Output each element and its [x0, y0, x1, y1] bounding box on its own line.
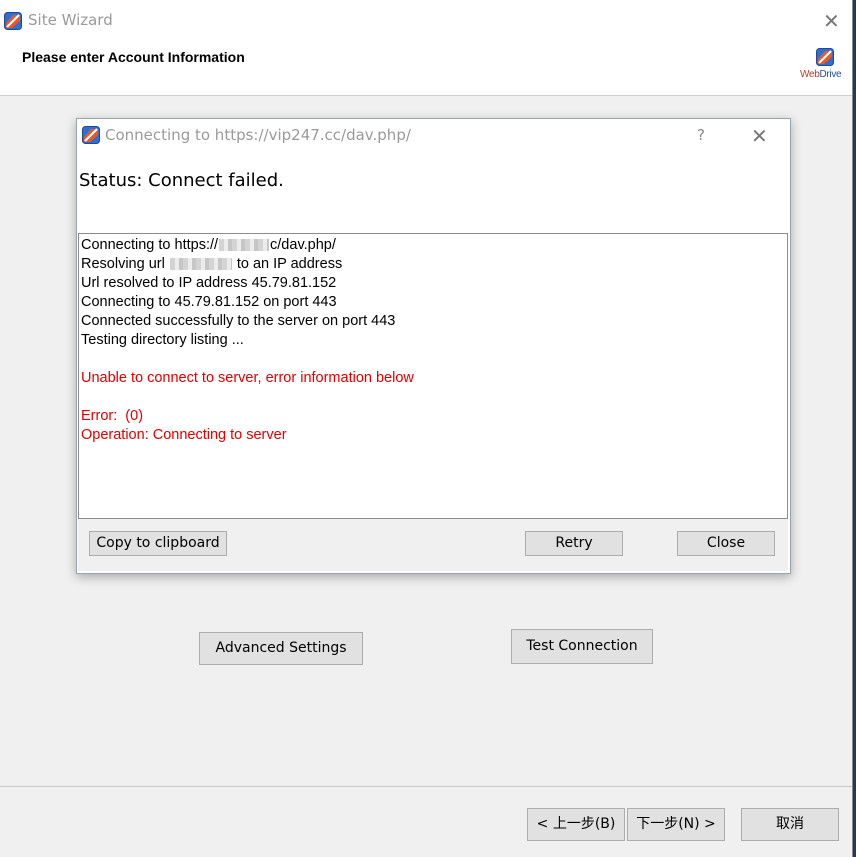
test-connection-button[interactable]: Test Connection — [511, 629, 653, 664]
cancel-button[interactable]: 取消 — [741, 808, 839, 841]
log-error-line: Unable to connect to server, error infor… — [81, 370, 414, 386]
dialog-close-icon[interactable]: ✕ — [751, 126, 768, 146]
wizard-titlebar: Site Wizard ✕ — [0, 0, 852, 40]
page-title: Please enter Account Information — [22, 49, 245, 65]
log-line: Testing directory listing ... — [81, 332, 244, 348]
webdrive-logo: WebDrive — [800, 48, 850, 84]
status-text: Status: Connect failed. — [79, 170, 284, 191]
log-line: Connected successfully to the server on … — [81, 313, 396, 329]
wizard-header: Please enter Account Information WebDriv… — [0, 40, 852, 96]
log-blank-line — [81, 350, 785, 369]
next-button[interactable]: 下一步(N) > — [627, 808, 725, 841]
close-icon[interactable]: ✕ — [823, 11, 840, 31]
redacted-text — [169, 258, 232, 271]
webdrive-logo-icon — [816, 48, 834, 66]
log-error-line: Error: (0) — [81, 408, 144, 424]
log-blank-line — [81, 388, 785, 407]
help-icon[interactable]: ? — [697, 126, 705, 144]
log-line: Resolving url to an IP address — [81, 256, 343, 272]
dialog-title: Connecting to https://vip247.cc/dav.php/ — [105, 126, 411, 144]
dialog-button-bar: Copy to clipboard Retry Close — [78, 519, 788, 571]
close-button[interactable]: Close — [677, 531, 775, 556]
redacted-text — [219, 239, 270, 252]
dialog-app-icon — [82, 126, 100, 144]
connecting-dialog: Connecting to https://vip247.cc/dav.php/… — [76, 118, 791, 574]
retry-button[interactable]: Retry — [525, 531, 623, 556]
log-line: Connecting to https://c/dav.php/ — [81, 237, 336, 253]
wizard-title: Site Wizard — [28, 11, 113, 29]
back-button[interactable]: < 上一步(B) — [527, 808, 625, 841]
footer-divider — [0, 786, 852, 787]
log-error-line: Operation: Connecting to server — [81, 427, 287, 443]
log-line: Connecting to 45.79.81.152 on port 443 — [81, 294, 337, 310]
log-line: Url resolved to IP address 45.79.81.152 — [81, 275, 337, 291]
logo-text: WebDrive — [800, 69, 842, 80]
advanced-settings-button[interactable]: Advanced Settings — [199, 632, 363, 665]
connection-log[interactable]: Connecting to https://c/dav.php/ Resolvi… — [78, 233, 788, 519]
webdrive-app-icon — [4, 12, 22, 30]
copy-to-clipboard-button[interactable]: Copy to clipboard — [89, 531, 227, 556]
